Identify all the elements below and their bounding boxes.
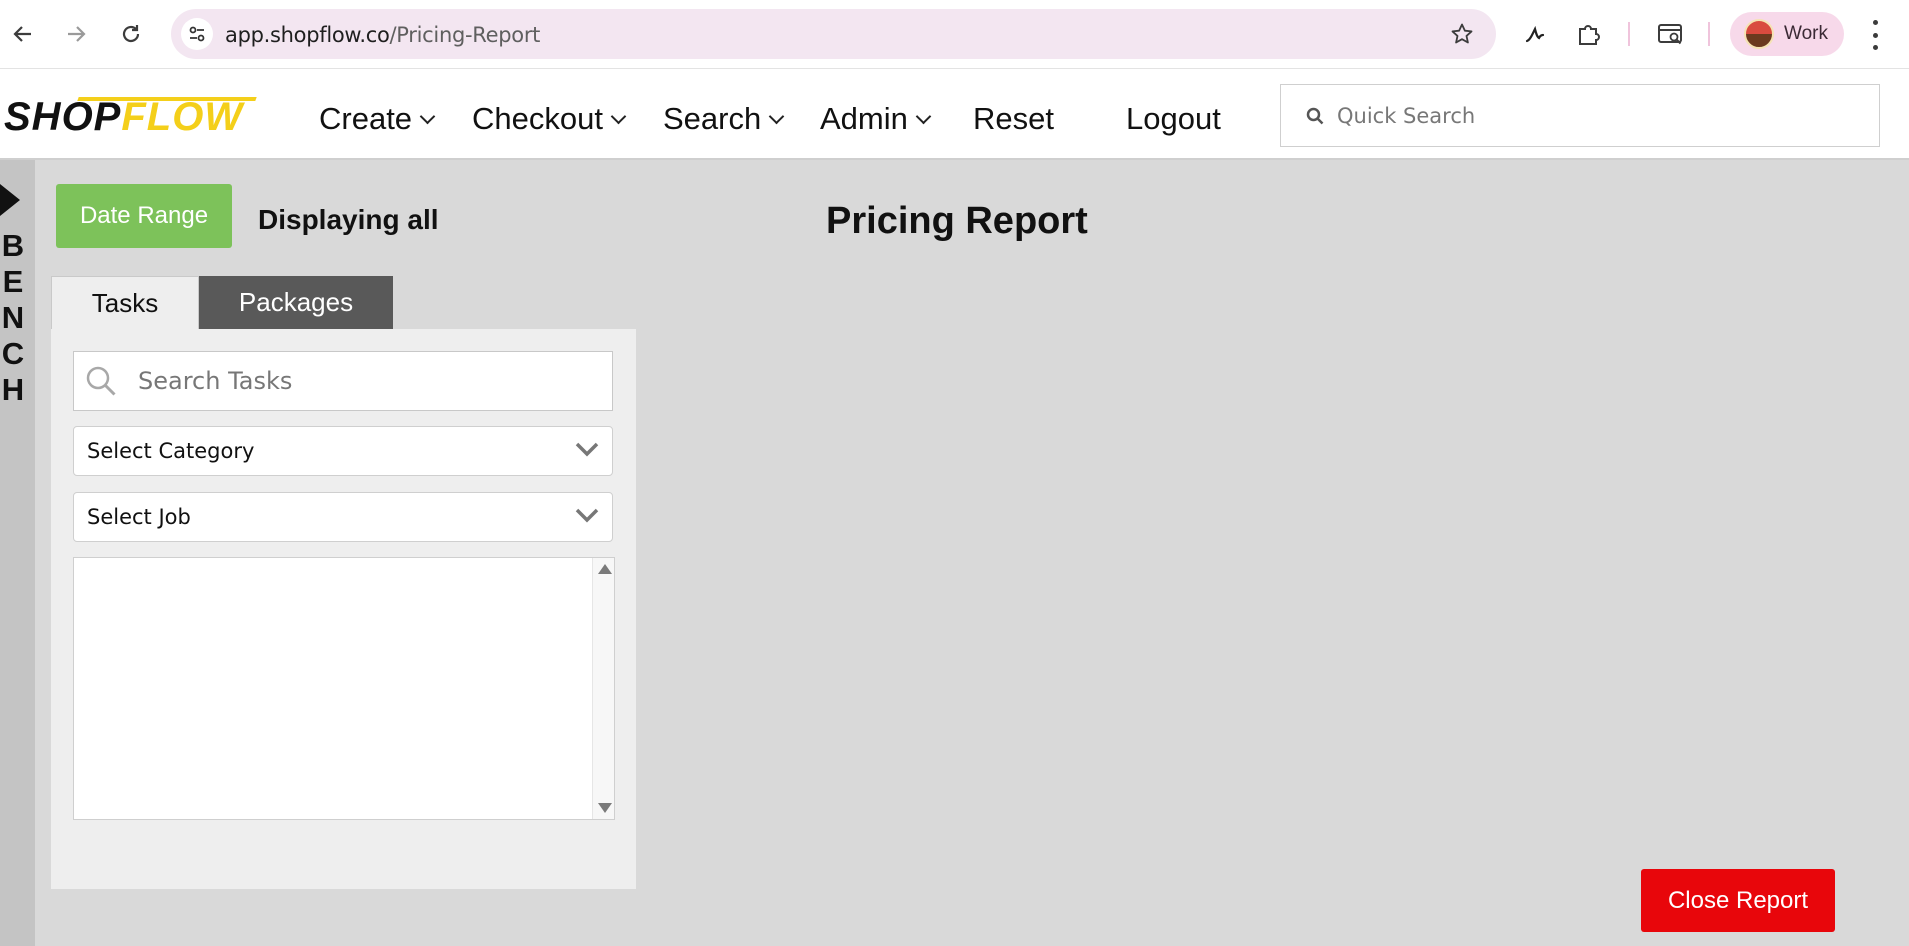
quick-search-input[interactable]	[1337, 103, 1857, 128]
site-info-button[interactable]	[181, 18, 213, 50]
back-button[interactable]	[3, 14, 43, 54]
nav-checkout[interactable]: Checkout	[472, 101, 627, 137]
job-select-value: Select Job	[87, 505, 191, 529]
logo-text-shop: SHOP	[4, 94, 122, 139]
job-select[interactable]: Select Job	[73, 492, 613, 542]
filter-panel: Select Category Select Job	[51, 329, 636, 889]
nav-search-label: Search	[663, 101, 762, 136]
task-listbox[interactable]	[73, 557, 615, 820]
forward-button[interactable]	[56, 14, 96, 54]
tab-bar: Tasks Packages	[51, 276, 393, 329]
extensions-puzzle-icon[interactable]	[1571, 16, 1607, 52]
reload-icon	[122, 25, 140, 43]
chevron-down-icon	[575, 508, 599, 523]
tab-search-icon[interactable]	[1653, 16, 1689, 52]
nav-admin[interactable]: Admin	[820, 101, 932, 137]
logo-text-flow: FLOW	[121, 94, 244, 139]
quick-search-box[interactable]	[1280, 84, 1880, 147]
task-search-input[interactable]	[138, 367, 578, 395]
toolbar-separator	[1708, 22, 1710, 46]
nav-search[interactable]: Search	[663, 101, 785, 137]
page-title: Pricing Report	[826, 200, 1088, 242]
tab-tasks[interactable]: Tasks	[51, 276, 199, 329]
url-text: app.shopflow.co/Pricing-Report	[225, 23, 540, 47]
nav-logout[interactable]: Logout	[1126, 101, 1221, 137]
nav-create-label: Create	[319, 101, 413, 136]
close-report-button[interactable]: Close Report	[1641, 869, 1835, 932]
nav-reset[interactable]: Reset	[973, 101, 1054, 137]
profile-button[interactable]: Work	[1730, 12, 1844, 56]
chevron-down-icon	[575, 442, 599, 457]
chevron-down-icon	[419, 108, 436, 124]
pen-extension-icon[interactable]	[1517, 16, 1553, 52]
bench-sidebar[interactable]: B E N C H	[0, 160, 35, 946]
search-icon	[86, 366, 116, 396]
chevron-down-icon	[768, 108, 785, 124]
logo-swoosh	[77, 97, 257, 101]
bench-letter: C	[1, 336, 25, 371]
date-range-button[interactable]: Date Range	[56, 184, 232, 248]
bookmark-star-icon[interactable]	[1450, 22, 1474, 51]
chevron-down-icon	[915, 108, 932, 124]
search-icon	[1306, 107, 1324, 124]
profile-avatar	[1744, 19, 1774, 49]
bench-letter: H	[1, 372, 25, 407]
nav-create[interactable]: Create	[319, 101, 436, 137]
nav-checkout-label: Checkout	[472, 101, 603, 136]
address-bar[interactable]: app.shopflow.co/Pricing-Report	[171, 9, 1496, 59]
browser-menu-icon[interactable]	[1868, 20, 1882, 50]
reload-button[interactable]	[111, 14, 151, 54]
expand-arrow-icon[interactable]	[0, 184, 20, 216]
nav-logout-label: Logout	[1126, 101, 1221, 136]
shopflow-logo[interactable]: SHOP FLOW	[4, 94, 257, 139]
listbox-scrollbar[interactable]	[592, 558, 614, 819]
nav-reset-label: Reset	[973, 101, 1054, 136]
back-arrow-icon	[13, 26, 31, 42]
browser-toolbar: app.shopflow.co/Pricing-Report Work	[0, 0, 1909, 69]
tab-packages[interactable]: Packages	[199, 276, 393, 329]
task-search-box[interactable]	[73, 351, 613, 411]
url-host: app.shopflow.co	[225, 23, 390, 47]
scroll-down-arrow-icon[interactable]	[598, 803, 612, 813]
bench-letter: E	[2, 264, 24, 299]
category-select[interactable]: Select Category	[73, 426, 613, 476]
toolbar-separator	[1628, 22, 1630, 46]
category-select-value: Select Category	[87, 439, 255, 463]
scroll-up-arrow-icon[interactable]	[598, 564, 612, 574]
profile-label: Work	[1784, 23, 1828, 44]
bench-letter: N	[1, 300, 25, 335]
url-path: /Pricing-Report	[389, 23, 541, 47]
app-header: SHOP FLOW Create Checkout Search Admin Re…	[0, 69, 1909, 160]
tune-icon	[189, 26, 205, 42]
nav-admin-label: Admin	[820, 101, 908, 136]
displaying-status: Displaying all	[258, 204, 439, 235]
bench-label: B E N C H	[0, 228, 26, 408]
forward-arrow-icon	[68, 26, 86, 42]
chevron-down-icon	[610, 108, 627, 124]
bench-letter: B	[1, 228, 25, 263]
